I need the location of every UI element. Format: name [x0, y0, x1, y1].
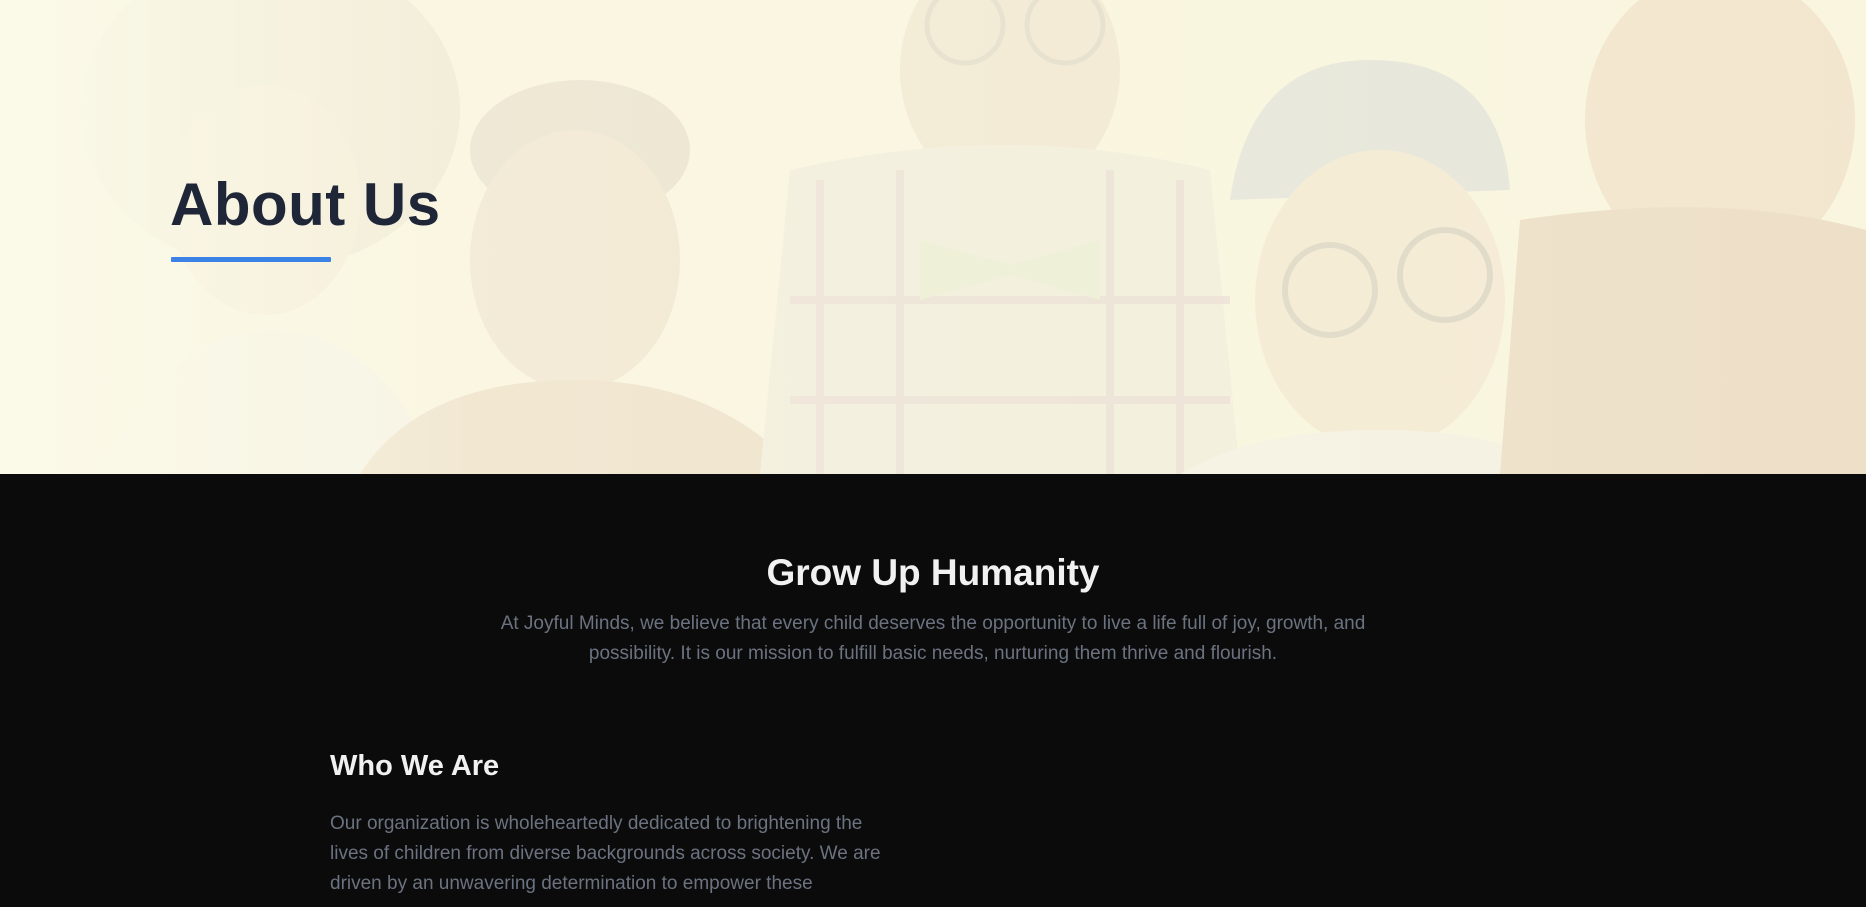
who-we-are-heading: Who We Are [330, 750, 500, 782]
who-we-are-text: Our organization is wholeheartedly dedic… [330, 813, 881, 894]
mission-description: At Joyful Minds, we believe that every c… [500, 613, 1366, 664]
title-underline [171, 257, 331, 262]
page-title: About Us [170, 171, 441, 238]
hero-banner: About Us [0, 0, 1866, 474]
mission-heading: Grow Up Humanity [766, 552, 1100, 593]
